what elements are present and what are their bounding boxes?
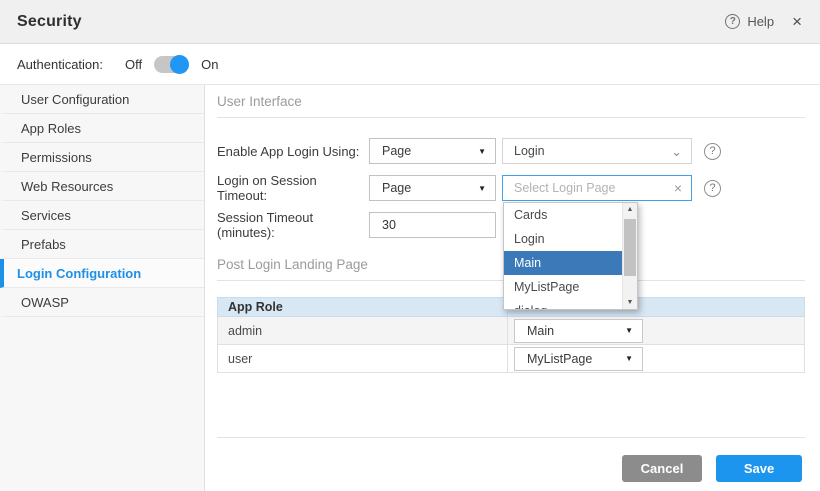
login-page-search-input[interactable]	[514, 181, 674, 195]
role-cell: admin	[218, 317, 508, 345]
table-row-user: user MyListPage ▼	[218, 345, 805, 373]
titlebar: Security ? Help ×	[0, 0, 820, 44]
select-arrow-icon: ▼	[625, 354, 633, 363]
help-icon: ?	[725, 14, 740, 29]
help-label: Help	[747, 14, 774, 29]
enable-app-login-page-combobox[interactable]: ⌄	[502, 138, 692, 164]
sidebar: User Configuration App Roles Permissions…	[0, 85, 205, 491]
security-dialog: Security ? Help × Authentication: Off On…	[0, 0, 820, 491]
login-page-combobox[interactable]: ×	[502, 175, 692, 201]
login-on-timeout-label: Login on Session Timeout:	[217, 173, 369, 203]
select-arrow-icon: ▼	[478, 184, 486, 193]
enable-app-login-label: Enable App Login Using:	[217, 144, 369, 159]
sidebar-item-web-resources[interactable]: Web Resources	[0, 172, 204, 201]
toggle-off-label: Off	[125, 57, 142, 72]
footer: Cancel Save	[217, 438, 805, 482]
role-cell: user	[218, 345, 508, 373]
scroll-down-icon[interactable]: ▼	[623, 296, 637, 309]
enable-app-login-type-select[interactable]: Page ▼	[369, 138, 496, 164]
admin-landing-page-value: Main	[527, 324, 554, 338]
scroll-up-icon[interactable]: ▲	[623, 203, 637, 216]
dropdown-option-cards[interactable]: Cards	[504, 203, 622, 227]
login-on-timeout-type-select[interactable]: Page ▼	[369, 175, 496, 201]
close-icon[interactable]: ×	[792, 13, 802, 30]
sidebar-item-owasp[interactable]: OWASP	[0, 288, 204, 317]
dropdown-scrollbar[interactable]: ▲ ▼	[622, 203, 637, 309]
session-timeout-input[interactable]	[369, 212, 496, 238]
login-on-timeout-type-value: Page	[382, 181, 411, 195]
section-title-user-interface: User Interface	[217, 85, 805, 118]
clear-icon[interactable]: ×	[674, 181, 682, 195]
page-title: Security	[17, 13, 725, 31]
scrollbar-thumb[interactable]	[624, 219, 636, 276]
admin-landing-page-select[interactable]: Main ▼	[514, 319, 643, 343]
sidebar-item-permissions[interactable]: Permissions	[0, 143, 204, 172]
table-row-admin: admin Main ▼	[218, 317, 805, 345]
app-role-column-header: App Role	[218, 298, 508, 317]
titlebar-actions: ? Help ×	[725, 13, 802, 30]
enable-app-login-type-value: Page	[382, 144, 411, 158]
sidebar-item-login-configuration[interactable]: Login Configuration	[0, 259, 204, 288]
dialog-body: User Configuration App Roles Permissions…	[0, 85, 820, 491]
dropdown-options: Cards Login Main MyListPage dialog	[504, 203, 622, 309]
authentication-label: Authentication:	[17, 57, 103, 72]
cancel-button[interactable]: Cancel	[622, 455, 702, 482]
dropdown-option-mylistpage[interactable]: MyListPage	[504, 275, 622, 299]
row-enable-app-login: Enable App Login Using: Page ▼ ⌄ ?	[217, 138, 805, 164]
authentication-toggle[interactable]	[154, 56, 187, 73]
sidebar-item-app-roles[interactable]: App Roles	[0, 114, 204, 143]
dropdown-option-dialog[interactable]: dialog	[504, 299, 622, 309]
toggle-on-label: On	[201, 57, 218, 72]
help-button[interactable]: ? Help	[725, 14, 774, 29]
sidebar-item-prefabs[interactable]: Prefabs	[0, 230, 204, 259]
user-landing-page-value: MyListPage	[527, 352, 592, 366]
session-timeout-label: Session Timeout (minutes):	[217, 210, 369, 240]
select-arrow-icon: ▼	[625, 326, 633, 335]
sidebar-item-user-configuration[interactable]: User Configuration	[0, 85, 204, 114]
toggle-knob	[170, 55, 189, 74]
save-button[interactable]: Save	[716, 455, 802, 482]
login-on-timeout-help-icon[interactable]: ?	[704, 180, 721, 197]
authentication-row: Authentication: Off On	[0, 44, 820, 85]
user-landing-page-select[interactable]: MyListPage ▼	[514, 347, 643, 371]
login-page-dropdown: Cards Login Main MyListPage dialog ▲ ▼	[503, 202, 638, 310]
enable-app-login-page-input[interactable]	[514, 144, 671, 158]
row-login-on-timeout: Login on Session Timeout: Page ▼ × ?	[217, 175, 805, 201]
dropdown-option-main[interactable]: Main	[504, 251, 622, 275]
enable-app-login-help-icon[interactable]: ?	[704, 143, 721, 160]
select-arrow-icon: ▼	[478, 147, 486, 156]
dropdown-option-login[interactable]: Login	[504, 227, 622, 251]
chevron-down-icon[interactable]: ⌄	[671, 145, 682, 158]
sidebar-item-services[interactable]: Services	[0, 201, 204, 230]
